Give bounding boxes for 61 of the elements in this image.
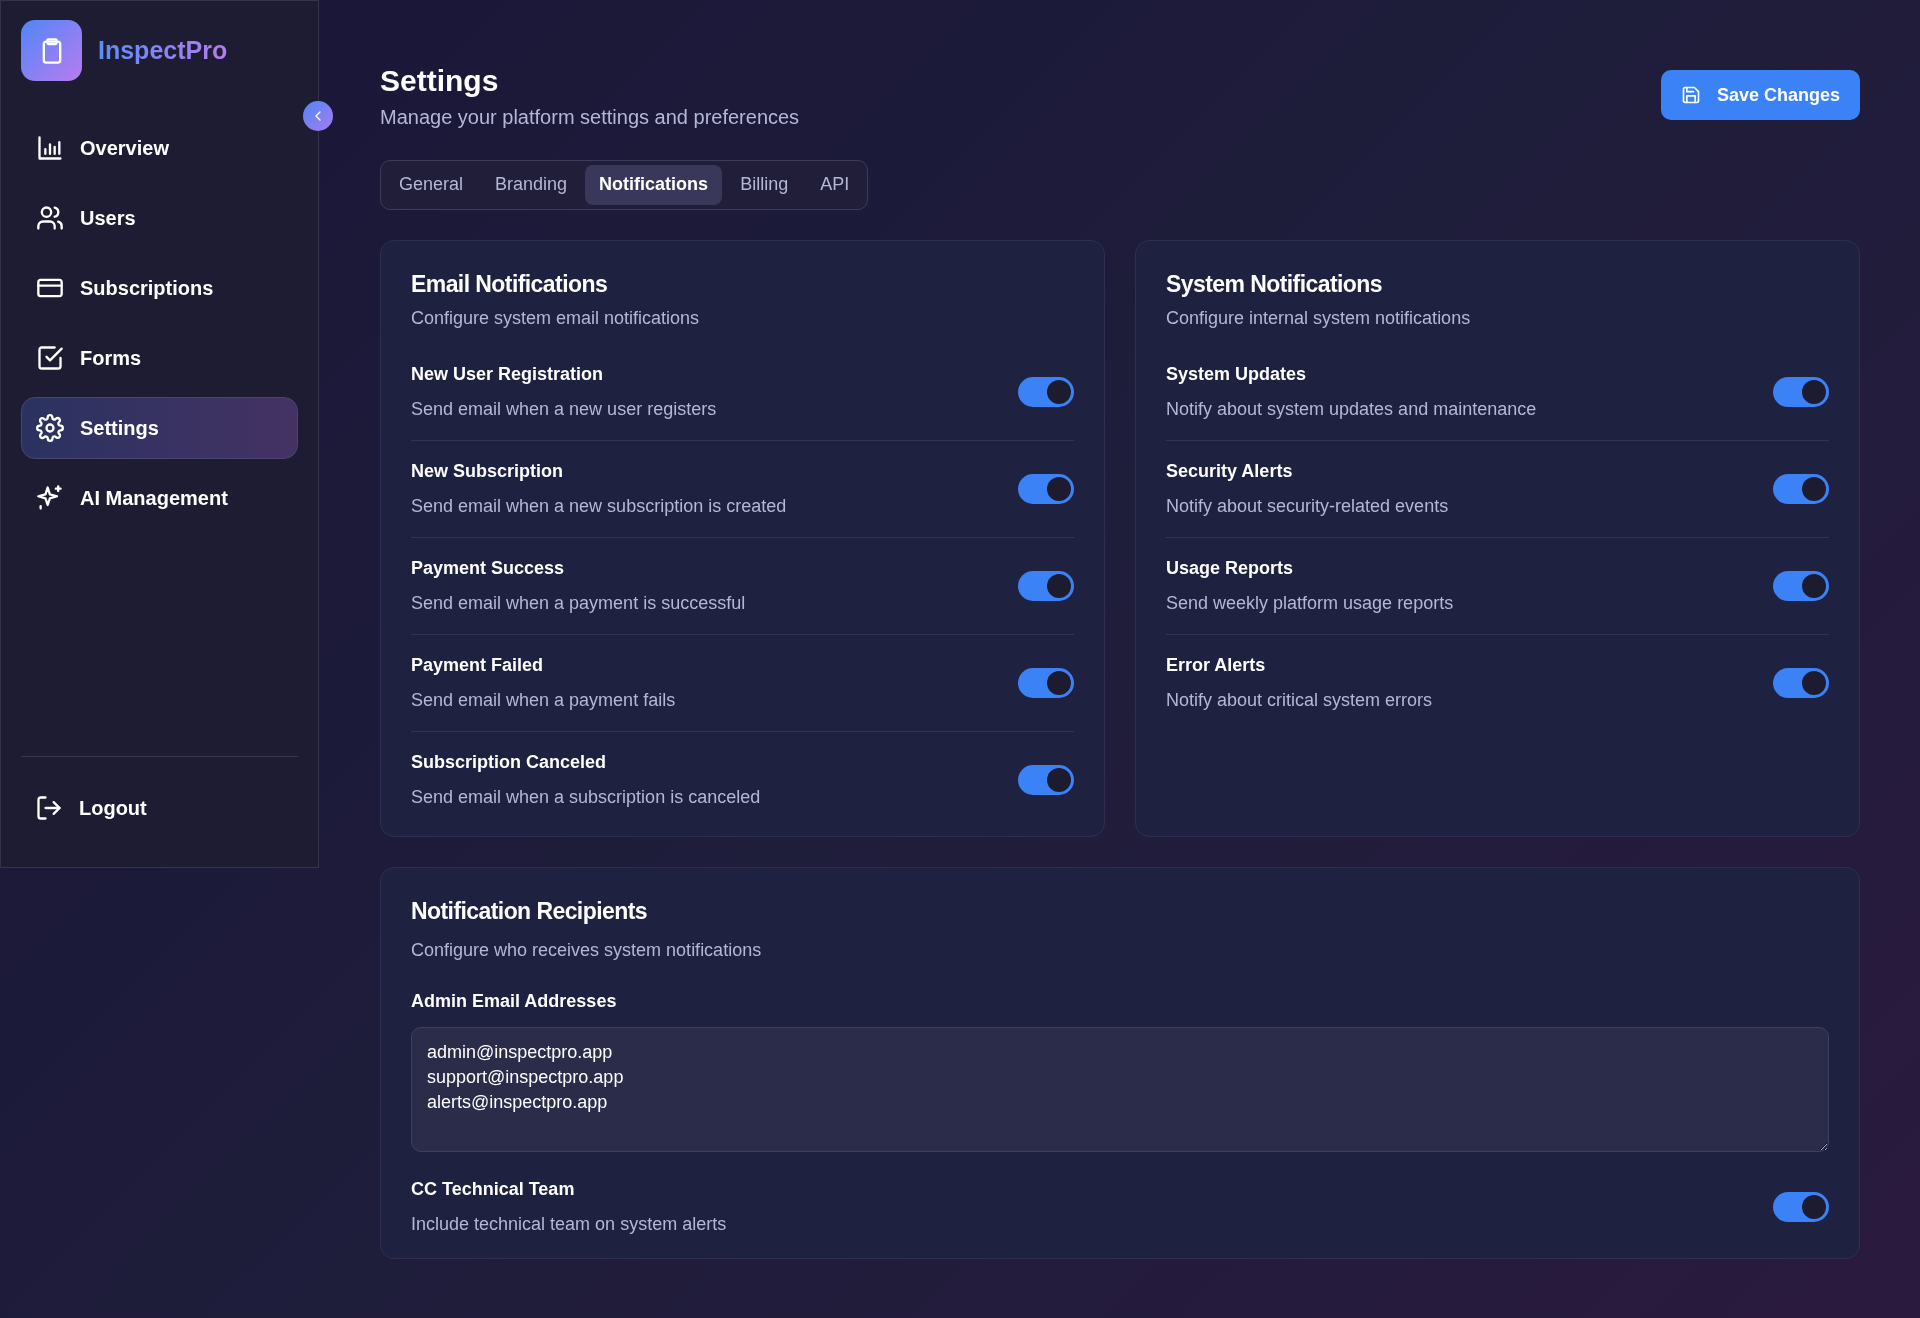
toggle-switch[interactable] — [1018, 474, 1074, 504]
toggle-switch[interactable] — [1773, 474, 1829, 504]
setting-description: Send email when a subscription is canceled — [411, 786, 761, 809]
sidebar-item[interactable]: AI Management — [21, 467, 298, 529]
setting-label: New User Registration — [411, 363, 605, 386]
setting-description: Notify about critical system errors — [1166, 689, 1433, 712]
sidebar-item[interactable]: Settings — [21, 397, 298, 459]
toggle-switch[interactable] — [1018, 377, 1074, 407]
sidebar-item[interactable]: Overview — [21, 117, 298, 179]
setting-label: Error Alerts — [1166, 654, 1267, 677]
checkbox-icon — [36, 344, 64, 372]
sidebar-item[interactable]: Users — [21, 187, 298, 249]
card-subtitle: Configure who receives system notifications — [411, 938, 763, 962]
toggle-switch[interactable] — [1773, 377, 1829, 407]
setting-description: Send email when a new subscription is created — [411, 495, 787, 518]
tab[interactable]: Notifications — [585, 164, 723, 205]
setting-description: Include technical team on system alerts — [411, 1212, 727, 1236]
tab[interactable]: API — [806, 164, 864, 205]
save-button[interactable]: Save Changes — [1660, 70, 1860, 120]
setting-description: Send email when a new user registers — [411, 398, 717, 421]
page-title: Settings — [380, 63, 500, 99]
toggle-switch[interactable] — [1773, 668, 1829, 698]
card-title: Email Notifications — [411, 269, 609, 299]
card-subtitle: Configure system email notifications — [411, 307, 701, 330]
toggle-switch[interactable] — [1018, 765, 1074, 795]
save-icon — [1680, 85, 1701, 105]
logout-icon — [35, 794, 63, 822]
collapse-button[interactable] — [303, 101, 333, 131]
logout-button[interactable]: Logout — [21, 777, 298, 839]
page-subtitle: Manage your platform settings and preferences — [380, 104, 800, 130]
tab[interactable]: Billing — [726, 164, 803, 205]
setting-label: Usage Reports — [1166, 557, 1295, 580]
setting-label: System Updates — [1166, 363, 1308, 386]
card-subtitle: Configure internal system notifications — [1166, 307, 1472, 330]
card-title: System Notifications — [1166, 269, 1383, 299]
toggle-switch[interactable] — [1018, 571, 1074, 601]
sidebar-item[interactable]: Subscriptions — [21, 257, 298, 319]
setting-description: Notify about system updates and maintenance — [1166, 398, 1537, 421]
setting-description: Send weekly platform usage reports — [1166, 592, 1454, 615]
email-addresses-field[interactable]: admin@inspectpro.app support@inspectpro.app alerts@inspectpro.app — [411, 1026, 1829, 1152]
bar-chart-icon — [36, 134, 64, 162]
settings-icon — [36, 414, 64, 442]
card-title: Notification Recipients — [411, 897, 648, 926]
field-label: Admin Email Addresses — [411, 989, 618, 1013]
tab[interactable]: Branding — [481, 164, 582, 205]
setting-label: New Subscription — [411, 460, 564, 483]
setting-label: Payment Success — [411, 557, 566, 580]
setting-label: Payment Failed — [411, 654, 545, 677]
setting-label: Subscription Canceled — [411, 751, 608, 774]
setting-description: Send email when a payment fails — [411, 689, 676, 712]
setting-description: Notify about security-related events — [1166, 495, 1449, 518]
setting-label: Security Alerts — [1166, 460, 1294, 483]
users-icon — [36, 204, 64, 232]
sidebar-item[interactable]: Forms — [21, 327, 298, 389]
sparkle-icon — [36, 484, 64, 512]
setting-label: CC Technical Team — [411, 1177, 576, 1201]
setting-description: Send email when a payment is successful — [411, 592, 746, 615]
toggle-switch[interactable] — [1018, 668, 1074, 698]
toggle-switch[interactable] — [1773, 1191, 1829, 1222]
tab[interactable]: General — [385, 164, 478, 205]
toggle-switch[interactable] — [1773, 571, 1829, 601]
